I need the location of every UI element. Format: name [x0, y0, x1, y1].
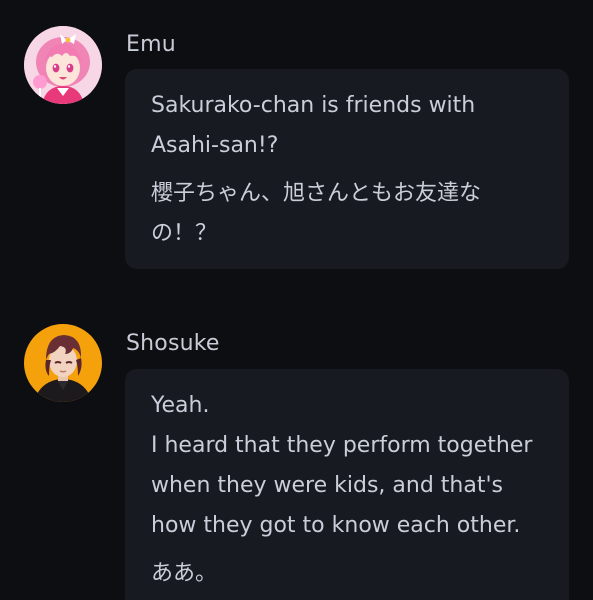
message-text-japanese: ああ。 [151, 561, 218, 586]
message-text-japanese: 櫻子ちゃん、旭さんともお友達なの！？ [151, 181, 482, 246]
shosuke-avatar[interactable] [24, 324, 102, 402]
message-text-english: Yeah. I heard that they perform together… [151, 393, 533, 538]
emu-avatar[interactable] [24, 26, 102, 104]
chat-log: Emu Sakurako-chan is friends with Asahi-… [0, 0, 593, 600]
chat-message: Shosuke Yeah. I heard that they perform … [0, 300, 593, 600]
message-bubble: Sakurako-chan is friends with Asahi-san!… [125, 69, 569, 269]
chat-message: Emu Sakurako-chan is friends with Asahi-… [0, 0, 593, 300]
message-text-english: Sakurako-chan is friends with Asahi-san!… [151, 93, 476, 158]
shosuke-portrait-icon [24, 324, 102, 402]
sender-name: Shosuke [126, 331, 220, 356]
emu-portrait-icon [24, 26, 102, 104]
message-bubble: Yeah. I heard that they perform together… [125, 369, 569, 600]
sender-name: Emu [126, 32, 176, 57]
